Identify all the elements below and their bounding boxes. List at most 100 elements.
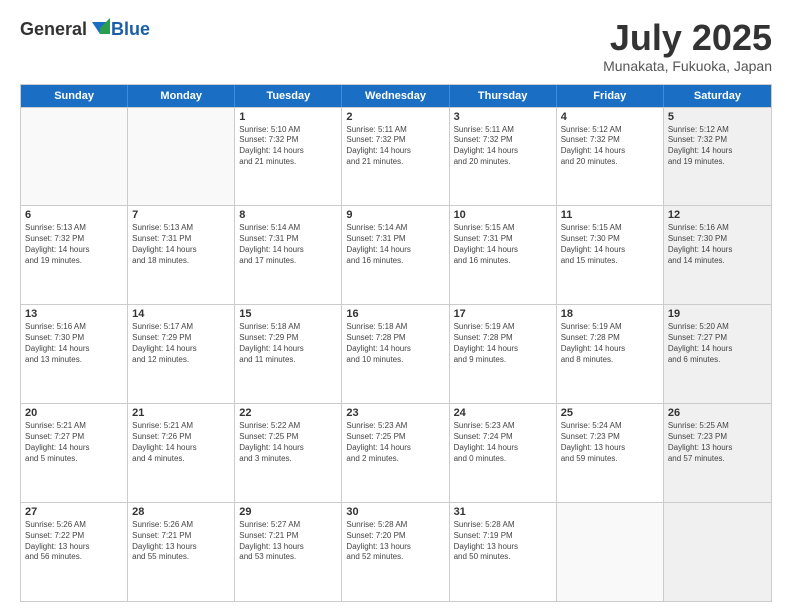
calendar-row-3: 20 Sunrise: 5:21 AM Sunset: 7:27 PM Dayli… [21,403,771,502]
calendar-cell-0-5: 4Sunrise: 5:12 AM Sunset: 7:32 PM Daylig… [557,108,664,206]
cell-info: Sunrise: 5:19 AM Sunset: 7:28 PM Dayligh… [454,322,552,365]
day-number: 23 [346,407,444,419]
calendar-cell-1-3: 9 Sunrise: 5:14 AM Sunset: 7:31 PM Daylig… [342,206,449,304]
weekday-friday: Friday [557,85,664,107]
calendar-cell-4-2: 29 Sunrise: 5:27 AM Sunset: 7:21 PM Dayli… [235,503,342,601]
cell-info: Sunrise: 5:11 AM Sunset: 7:32 PM Dayligh… [346,125,444,168]
cell-info: Sunrise: 5:27 AM Sunset: 7:21 PM Dayligh… [239,520,337,563]
cell-info: Sunrise: 5:21 AM Sunset: 7:26 PM Dayligh… [132,421,230,464]
day-number: 18 [561,308,659,320]
cell-info: Sunrise: 5:19 AM Sunset: 7:28 PM Dayligh… [561,322,659,365]
day-number: 31 [454,506,552,518]
day-number: 27 [25,506,123,518]
day-number: 15 [239,308,337,320]
page: GeneralBlue July 2025 Munakata, Fukuoka,… [0,0,792,612]
calendar-cell-3-3: 23 Sunrise: 5:23 AM Sunset: 7:25 PM Dayli… [342,404,449,502]
calendar-cell-0-2: 1 Sunrise: 5:10 AM Sunset: 7:32 PM Daylig… [235,108,342,206]
calendar-cell-2-0: 13Sunrise: 5:16 AM Sunset: 7:30 PM Dayli… [21,305,128,403]
cell-info: Sunrise: 5:15 AM Sunset: 7:31 PM Dayligh… [454,223,552,266]
weekday-thursday: Thursday [450,85,557,107]
calendar-cell-3-1: 21 Sunrise: 5:21 AM Sunset: 7:26 PM Dayli… [128,404,235,502]
calendar-cell-4-5 [557,503,664,601]
logo: GeneralBlue [20,18,150,40]
cell-info: Sunrise: 5:26 AM Sunset: 7:22 PM Dayligh… [25,520,123,563]
calendar-row-0: 1 Sunrise: 5:10 AM Sunset: 7:32 PM Daylig… [21,107,771,206]
day-number: 24 [454,407,552,419]
cell-info: Sunrise: 5:28 AM Sunset: 7:19 PM Dayligh… [454,520,552,563]
calendar-cell-1-2: 8Sunrise: 5:14 AM Sunset: 7:31 PM Daylig… [235,206,342,304]
day-number: 22 [239,407,337,419]
day-number: 5 [668,111,767,123]
day-number: 16 [346,308,444,320]
cell-info: Sunrise: 5:12 AM Sunset: 7:32 PM Dayligh… [668,125,767,168]
day-number: 8 [239,209,337,221]
cell-info: Sunrise: 5:13 AM Sunset: 7:32 PM Dayligh… [25,223,123,266]
day-number: 29 [239,506,337,518]
cell-info: Sunrise: 5:28 AM Sunset: 7:20 PM Dayligh… [346,520,444,563]
calendar-cell-0-4: 3Sunrise: 5:11 AM Sunset: 7:32 PM Daylig… [450,108,557,206]
calendar-cell-1-6: 12 Sunrise: 5:16 AM Sunset: 7:30 PM Dayli… [664,206,771,304]
day-number: 25 [561,407,659,419]
day-number: 28 [132,506,230,518]
calendar-cell-4-6 [664,503,771,601]
day-number: 17 [454,308,552,320]
calendar-header: Sunday Monday Tuesday Wednesday Thursday… [21,85,771,107]
weekday-tuesday: Tuesday [235,85,342,107]
cell-info: Sunrise: 5:18 AM Sunset: 7:28 PM Dayligh… [346,322,444,365]
cell-info: Sunrise: 5:16 AM Sunset: 7:30 PM Dayligh… [668,223,767,266]
cell-info: Sunrise: 5:22 AM Sunset: 7:25 PM Dayligh… [239,421,337,464]
cell-info: Sunrise: 5:18 AM Sunset: 7:29 PM Dayligh… [239,322,337,365]
day-number: 3 [454,111,552,123]
cell-info: Sunrise: 5:23 AM Sunset: 7:25 PM Dayligh… [346,421,444,464]
location: Munakata, Fukuoka, Japan [603,58,772,74]
cell-info: Sunrise: 5:14 AM Sunset: 7:31 PM Dayligh… [346,223,444,266]
day-number: 10 [454,209,552,221]
cell-info: Sunrise: 5:26 AM Sunset: 7:21 PM Dayligh… [132,520,230,563]
day-number: 30 [346,506,444,518]
day-number: 1 [239,111,337,123]
calendar-cell-1-5: 11 Sunrise: 5:15 AM Sunset: 7:30 PM Dayli… [557,206,664,304]
calendar-cell-3-0: 20 Sunrise: 5:21 AM Sunset: 7:27 PM Dayli… [21,404,128,502]
calendar-cell-0-6: 5 Sunrise: 5:12 AM Sunset: 7:32 PM Daylig… [664,108,771,206]
calendar-cell-2-1: 14 Sunrise: 5:17 AM Sunset: 7:29 PM Dayli… [128,305,235,403]
cell-info: Sunrise: 5:10 AM Sunset: 7:32 PM Dayligh… [239,125,337,168]
cell-info: Sunrise: 5:16 AM Sunset: 7:30 PM Dayligh… [25,322,123,365]
cell-info: Sunrise: 5:15 AM Sunset: 7:30 PM Dayligh… [561,223,659,266]
day-number: 12 [668,209,767,221]
logo-icon [88,18,110,40]
calendar-body: 1 Sunrise: 5:10 AM Sunset: 7:32 PM Daylig… [21,107,771,601]
month-title: July 2025 [603,18,772,58]
day-number: 20 [25,407,123,419]
calendar-cell-0-0 [21,108,128,206]
calendar-cell-2-4: 17 Sunrise: 5:19 AM Sunset: 7:28 PM Dayli… [450,305,557,403]
calendar-cell-3-6: 26 Sunrise: 5:25 AM Sunset: 7:23 PM Dayli… [664,404,771,502]
calendar-cell-3-4: 24 Sunrise: 5:23 AM Sunset: 7:24 PM Dayli… [450,404,557,502]
weekday-monday: Monday [128,85,235,107]
calendar-cell-4-1: 28 Sunrise: 5:26 AM Sunset: 7:21 PM Dayli… [128,503,235,601]
weekday-sunday: Sunday [21,85,128,107]
cell-info: Sunrise: 5:12 AM Sunset: 7:32 PM Dayligh… [561,125,659,168]
calendar: Sunday Monday Tuesday Wednesday Thursday… [20,84,772,602]
cell-info: Sunrise: 5:25 AM Sunset: 7:23 PM Dayligh… [668,421,767,464]
calendar-cell-0-3: 2Sunrise: 5:11 AM Sunset: 7:32 PM Daylig… [342,108,449,206]
cell-info: Sunrise: 5:20 AM Sunset: 7:27 PM Dayligh… [668,322,767,365]
day-number: 26 [668,407,767,419]
cell-info: Sunrise: 5:21 AM Sunset: 7:27 PM Dayligh… [25,421,123,464]
cell-info: Sunrise: 5:17 AM Sunset: 7:29 PM Dayligh… [132,322,230,365]
calendar-cell-4-4: 31 Sunrise: 5:28 AM Sunset: 7:19 PM Dayli… [450,503,557,601]
day-number: 11 [561,209,659,221]
day-number: 21 [132,407,230,419]
cell-info: Sunrise: 5:23 AM Sunset: 7:24 PM Dayligh… [454,421,552,464]
header: GeneralBlue July 2025 Munakata, Fukuoka,… [20,18,772,74]
logo-blue: Blue [111,19,150,40]
title-block: July 2025 Munakata, Fukuoka, Japan [603,18,772,74]
calendar-cell-1-4: 10 Sunrise: 5:15 AM Sunset: 7:31 PM Dayli… [450,206,557,304]
calendar-cell-4-0: 27 Sunrise: 5:26 AM Sunset: 7:22 PM Dayli… [21,503,128,601]
day-number: 9 [346,209,444,221]
logo-text: GeneralBlue [20,18,150,40]
calendar-cell-3-5: 25Sunrise: 5:24 AM Sunset: 7:23 PM Dayli… [557,404,664,502]
day-number: 14 [132,308,230,320]
calendar-cell-2-2: 15 Sunrise: 5:18 AM Sunset: 7:29 PM Dayli… [235,305,342,403]
calendar-row-2: 13Sunrise: 5:16 AM Sunset: 7:30 PM Dayli… [21,304,771,403]
calendar-cell-0-1 [128,108,235,206]
